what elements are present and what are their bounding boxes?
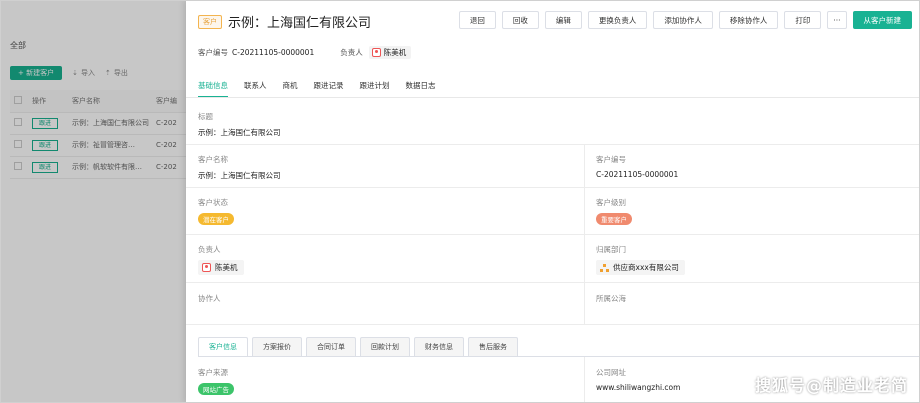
recycle-button[interactable]: 回收 <box>501 11 539 29</box>
field-customer-status: 客户状态 潜在客户 <box>198 197 234 225</box>
owner-name: 陈美机 <box>383 48 407 57</box>
row-divider <box>186 282 920 283</box>
customer-detail-drawer: 客户 示例：上海国仁有限公司 退回 回收 编辑 更换负责人 添加协作人 移除协作… <box>186 0 920 403</box>
watermark: 搜狐号@制造业老简 <box>754 376 908 395</box>
field-owner: 负责人 陈美机 <box>198 244 244 275</box>
field-website: 公司网址 www.shiliwangzhi.com <box>596 367 680 392</box>
field-label: 客户名称 <box>198 155 228 164</box>
customer-tag: 客户 <box>198 14 222 29</box>
subtab-orders[interactable]: 合同订单 <box>306 337 356 357</box>
field-collaborators: 协作人 <box>198 293 221 309</box>
owner-chip[interactable]: 陈美机 <box>198 260 244 275</box>
field-label: 客户状态 <box>198 198 228 207</box>
tabs-divider <box>186 97 920 98</box>
row-divider <box>186 187 920 188</box>
drawer-header: 客户 示例：上海国仁有限公司 <box>198 12 371 31</box>
info-subtabs: 客户信息 方案报价 合同订单 回款计划 财务信息 售后服务 <box>198 337 518 357</box>
create-from-customer-button[interactable]: 从客户新建 <box>852 11 912 29</box>
subtab-payment-plans[interactable]: 回款计划 <box>360 337 410 357</box>
org-chart-icon <box>600 263 609 272</box>
field-label: 归属部门 <box>596 245 626 254</box>
field-label: 客户来源 <box>198 368 228 377</box>
subtabs-divider <box>198 356 920 357</box>
header-actions: 退回 回收 编辑 更换负责人 添加协作人 移除协作人 打印 ··· 从客户新建 <box>458 11 912 29</box>
code-value: C-20211105-0000001 <box>232 48 315 57</box>
row-divider <box>186 144 920 145</box>
remove-collaborator-button[interactable]: 移除协作人 <box>718 11 779 29</box>
page-title: 示例：上海国仁有限公司 <box>228 16 372 31</box>
tab-opportunities[interactable]: 商机 <box>283 80 298 98</box>
subtab-customer-info[interactable]: 客户信息 <box>198 337 248 357</box>
owner-chip[interactable]: 陈美机 <box>368 46 412 59</box>
subtab-quotes[interactable]: 方案报价 <box>252 337 302 357</box>
column-divider <box>584 357 585 403</box>
field-customer-level: 客户级别 重要客户 <box>596 197 632 225</box>
print-button[interactable]: 打印 <box>784 11 822 29</box>
field-department: 归属部门 供应商xxx有限公司 <box>596 244 685 275</box>
field-value: 示例：上海国仁有限公司 <box>198 128 281 137</box>
owner-name: 陈美机 <box>215 263 238 272</box>
field-label: 客户级别 <box>596 198 626 207</box>
tab-follow-records[interactable]: 跟进记录 <box>314 80 344 98</box>
subtab-after-sales[interactable]: 售后服务 <box>468 337 518 357</box>
field-label: 所属公海 <box>596 294 626 303</box>
field-label: 负责人 <box>198 245 221 254</box>
field-value: C-20211105-0000001 <box>596 170 679 179</box>
user-icon <box>202 263 211 272</box>
add-collaborator-button[interactable]: 添加协作人 <box>653 11 713 29</box>
field-customer-source: 客户来源 网站广告 <box>198 367 234 395</box>
website-link[interactable]: www.shiliwangzhi.com <box>596 383 680 392</box>
return-button[interactable]: 退回 <box>458 11 496 29</box>
department-chip[interactable]: 供应商xxx有限公司 <box>596 260 685 275</box>
department-name: 供应商xxx有限公司 <box>613 263 679 272</box>
detail-tabs: 基础信息 联系人 商机 跟进记录 跟进计划 数据日志 <box>198 80 436 98</box>
change-owner-button[interactable]: 更换负责人 <box>587 11 648 29</box>
field-label: 公司网址 <box>596 368 626 377</box>
source-badge: 网站广告 <box>198 383 234 395</box>
level-badge: 重要客户 <box>596 213 632 225</box>
more-button[interactable]: ··· <box>827 11 847 29</box>
code-label: 客户编号 <box>198 48 228 57</box>
field-title: 标题 示例：上海国仁有限公司 <box>198 111 281 138</box>
field-customer-code: 客户编号 C-20211105-0000001 <box>596 154 678 179</box>
status-badge: 潜在客户 <box>198 213 234 225</box>
header-meta: 客户编号 C-20211105-0000001 负责人 陈美机 <box>198 46 412 59</box>
row-divider <box>186 234 920 235</box>
subtab-finance[interactable]: 财务信息 <box>414 337 464 357</box>
tab-data-log[interactable]: 数据日志 <box>406 80 436 98</box>
tab-basic-info[interactable]: 基础信息 <box>198 80 228 98</box>
edit-button[interactable]: 编辑 <box>544 11 582 29</box>
owner-label: 负责人 <box>340 48 363 57</box>
field-label: 标题 <box>198 112 213 121</box>
field-value: 示例：上海国仁有限公司 <box>198 171 281 180</box>
field-label: 协作人 <box>198 294 221 303</box>
tab-contacts[interactable]: 联系人 <box>244 80 267 98</box>
field-public-pool: 所属公海 <box>596 293 626 309</box>
tab-follow-plans[interactable]: 跟进计划 <box>360 80 390 98</box>
field-customer-name: 客户名称 示例：上海国仁有限公司 <box>198 154 281 181</box>
user-icon <box>371 48 381 57</box>
field-label: 客户编号 <box>596 155 626 164</box>
row-divider <box>186 324 920 325</box>
